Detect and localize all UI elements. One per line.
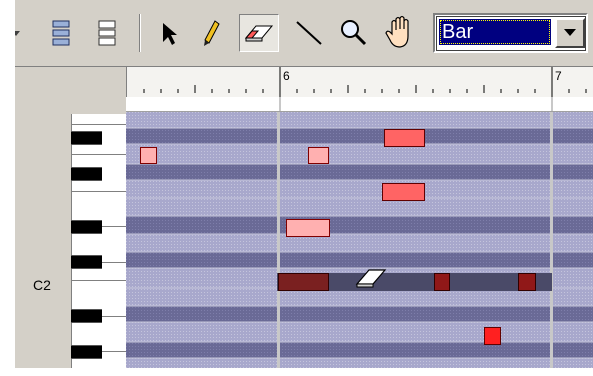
black-key[interactable] bbox=[71, 309, 102, 323]
black-key[interactable] bbox=[71, 167, 102, 181]
black-key[interactable] bbox=[71, 131, 102, 145]
bar-line bbox=[277, 112, 280, 368]
toolbar-separator bbox=[139, 14, 141, 52]
layout-split-icon[interactable] bbox=[93, 16, 121, 50]
midi-note[interactable] bbox=[286, 219, 330, 237]
octave-label: C2 bbox=[33, 277, 51, 293]
black-key[interactable] bbox=[71, 345, 102, 359]
piano-keyboard[interactable] bbox=[15, 97, 127, 368]
midi-note[interactable] bbox=[434, 273, 450, 291]
midi-note[interactable] bbox=[384, 129, 425, 147]
hand-icon[interactable] bbox=[381, 12, 421, 52]
pointer-icon[interactable] bbox=[155, 16, 183, 50]
bar-number-7: 7 bbox=[555, 69, 562, 83]
midi-note[interactable] bbox=[308, 147, 329, 164]
black-key[interactable] bbox=[71, 255, 102, 269]
note-grid[interactable] bbox=[126, 112, 593, 368]
toolbar-scroll-arrow-icon[interactable] bbox=[15, 24, 21, 42]
white-keys[interactable] bbox=[71, 114, 127, 368]
magnify-icon[interactable] bbox=[335, 14, 371, 50]
line-icon[interactable] bbox=[291, 16, 327, 50]
pencil-icon[interactable] bbox=[197, 16, 225, 50]
toolbar: Bar bbox=[15, 0, 593, 66]
midi-note[interactable] bbox=[140, 147, 157, 164]
eraser-cursor-icon bbox=[355, 264, 387, 295]
snap-value-select[interactable]: Bar bbox=[433, 13, 588, 53]
layout-toggle-icon[interactable] bbox=[47, 16, 75, 50]
time-ruler[interactable]: 6 7 bbox=[15, 66, 593, 97]
midi-note[interactable] bbox=[518, 273, 536, 291]
midi-note[interactable] bbox=[484, 327, 501, 345]
chevron-down-icon[interactable] bbox=[555, 18, 585, 48]
eraser-icon[interactable] bbox=[239, 14, 279, 52]
midi-note[interactable] bbox=[278, 273, 329, 291]
piano-roll-editor: Bar 6 7 C2 bbox=[14, 0, 593, 368]
velocity-lane-header bbox=[126, 97, 593, 112]
bar-line bbox=[550, 112, 553, 368]
ruler-track[interactable]: 6 7 bbox=[126, 67, 593, 97]
snap-value: Bar bbox=[439, 19, 551, 45]
midi-note[interactable] bbox=[382, 183, 425, 201]
black-key[interactable] bbox=[71, 220, 102, 234]
bar-number-6: 6 bbox=[283, 69, 290, 83]
